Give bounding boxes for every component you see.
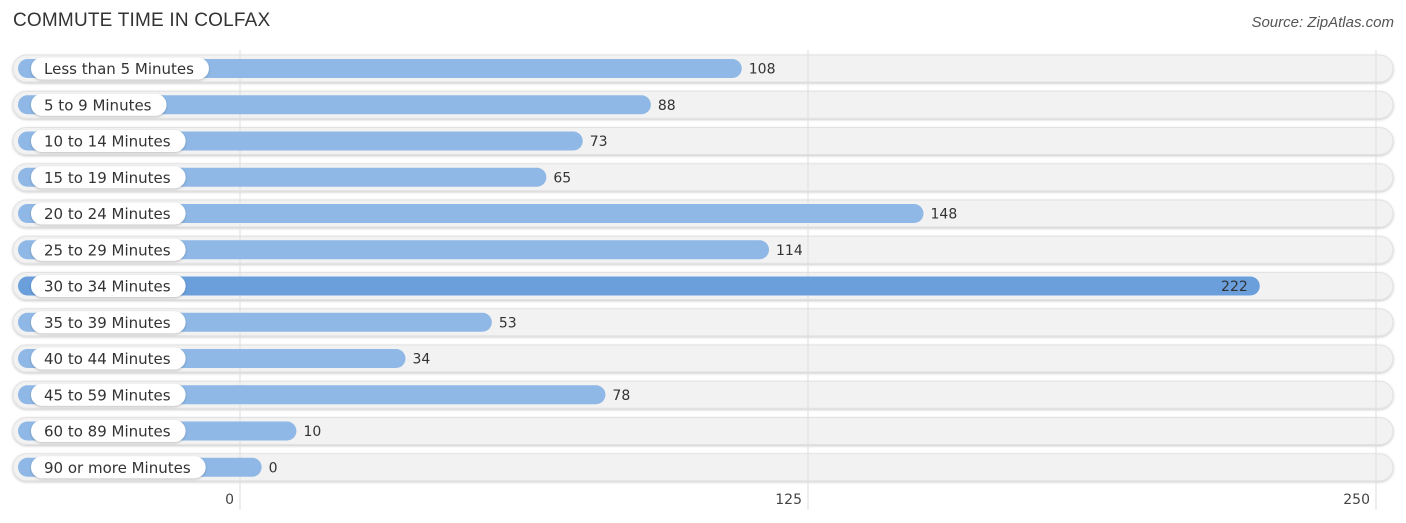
value-label: 65 <box>553 170 571 186</box>
bar-row[interactable]: 30 to 34 Minutes 222 <box>18 275 1260 297</box>
value-label: 108 <box>749 62 776 78</box>
bar-row[interactable]: 40 to 44 Minutes 34 <box>18 347 430 370</box>
category-label: 45 to 59 Minutes <box>44 386 171 404</box>
category-label: 30 to 34 Minutes <box>44 278 171 296</box>
category-label: Less than 5 Minutes <box>44 60 194 78</box>
category-label: 20 to 24 Minutes <box>44 205 171 223</box>
bar-row[interactable]: 15 to 19 Minutes 65 <box>18 166 571 189</box>
bar-chart: Less than 5 Minutes 108 5 to 9 Minutes 88 10… <box>12 50 1394 510</box>
bar-row[interactable]: 90 or more Minutes 0 <box>18 456 278 479</box>
value-label: 10 <box>303 424 321 440</box>
category-label: 60 to 89 Minutes <box>44 423 171 441</box>
bar-row[interactable]: 20 to 24 Minutes 148 <box>18 202 958 225</box>
value-label: 114 <box>776 243 803 259</box>
value-label: 73 <box>590 134 608 150</box>
bar-row[interactable]: 35 to 39 Minutes 53 <box>18 311 517 334</box>
category-label: 90 or more Minutes <box>44 459 191 477</box>
value-label: 0 <box>269 460 278 476</box>
bar-row[interactable]: 10 to 14 Minutes 73 <box>18 130 608 152</box>
value-label: 148 <box>931 207 958 223</box>
value-label: 88 <box>658 98 676 114</box>
value-label: 34 <box>412 352 430 368</box>
category-label: 25 to 29 Minutes <box>44 241 171 259</box>
bar-row[interactable]: 25 to 29 Minutes 114 <box>18 238 803 261</box>
bar-row[interactable]: 45 to 59 Minutes 78 <box>18 383 630 406</box>
category-label: 5 to 9 Minutes <box>44 96 152 114</box>
x-tick-label: 250 <box>1343 492 1370 508</box>
category-label: 15 to 19 Minutes <box>44 169 171 187</box>
x-tick-label: 125 <box>775 492 802 508</box>
x-tick-label: 0 <box>225 492 234 508</box>
value-label: 222 <box>1221 279 1248 295</box>
value-label: 53 <box>499 315 517 331</box>
category-label: 10 to 14 Minutes <box>44 133 171 151</box>
bar-row[interactable]: Less than 5 Minutes 108 <box>18 57 776 80</box>
bar[interactable] <box>18 276 1260 296</box>
bar-row[interactable]: 60 to 89 Minutes 10 <box>18 420 321 442</box>
bar-row[interactable]: 5 to 9 Minutes 88 <box>18 93 676 116</box>
value-label: 78 <box>612 388 630 404</box>
category-label: 40 to 44 Minutes <box>44 350 171 368</box>
category-label: 35 to 39 Minutes <box>44 314 171 332</box>
